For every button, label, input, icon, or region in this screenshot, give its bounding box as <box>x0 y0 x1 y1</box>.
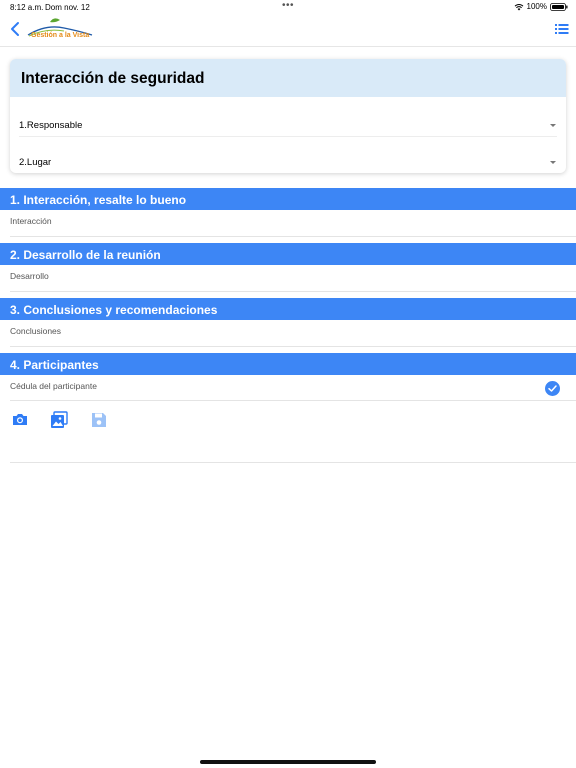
wifi-icon <box>514 3 524 11</box>
multitasking-dots[interactable]: ••• <box>282 0 294 11</box>
desarrollo-field[interactable]: Desarrollo <box>0 265 576 291</box>
interaccion-placeholder: Interacción <box>10 216 52 226</box>
check-circle-icon <box>545 381 560 396</box>
field-underline <box>10 236 576 237</box>
home-indicator[interactable] <box>200 760 376 764</box>
battery-percent: 100% <box>526 2 547 11</box>
desarrollo-placeholder: Desarrollo <box>10 271 49 281</box>
menu-button[interactable] <box>554 21 570 37</box>
section-header-desarrollo: 2. Desarrollo de la reunión <box>0 243 576 265</box>
section-title: 4. Participantes <box>10 358 99 372</box>
section-title: 3. Conclusiones y recomendaciones <box>10 303 218 317</box>
section-title: 2. Desarrollo de la reunión <box>10 248 161 262</box>
battery-icon <box>550 2 568 11</box>
section-header-interaccion: 1. Interacción, resalte lo bueno <box>0 188 576 210</box>
chevron-left-icon <box>11 22 19 36</box>
save-button[interactable] <box>90 411 108 429</box>
back-button[interactable] <box>8 20 24 40</box>
responsable-select-label: 1.Responsable <box>19 120 83 131</box>
gallery-icon <box>51 411 68 428</box>
camera-button[interactable] <box>11 411 29 429</box>
status-time: 8:12 a.m. <box>10 3 44 12</box>
field-underline <box>10 400 576 401</box>
cedula-field[interactable]: Cédula del participante <box>0 375 576 401</box>
navigation-bar: Gestión a la Vista <box>0 14 576 47</box>
chevron-down-icon <box>550 161 556 164</box>
conclusiones-placeholder: Conclusiones <box>10 326 62 336</box>
field-underline <box>10 291 576 292</box>
responsable-select[interactable]: 1.Responsable <box>10 111 566 147</box>
security-interaction-card: Interacción de seguridad 1.Responsable 2… <box>10 59 566 173</box>
section-header-conclusiones: 3. Conclusiones y recomendaciones <box>0 298 576 320</box>
logo: Gestión a la Vista <box>24 16 96 44</box>
interaccion-field[interactable]: Interacción <box>0 210 576 236</box>
chevron-down-icon <box>550 124 556 127</box>
camera-icon <box>13 414 27 425</box>
card-header: Interacción de seguridad <box>10 59 566 97</box>
list-icon <box>555 24 569 34</box>
save-icon <box>92 413 106 427</box>
logo-text: Gestión a la Vista <box>31 32 90 39</box>
divider <box>10 462 576 463</box>
section-header-participantes: 4. Participantes <box>0 353 576 375</box>
section-title: 1. Interacción, resalte lo bueno <box>10 193 187 207</box>
field-underline <box>10 346 576 347</box>
cedula-placeholder: Cédula del participante <box>10 381 97 391</box>
status-bar: 8:12 a.m. Dom nov. 12 ••• 100% <box>0 0 576 14</box>
confirm-check-button[interactable] <box>545 381 560 396</box>
logo-icon <box>27 18 93 37</box>
status-right: 100% <box>514 2 568 11</box>
status-date: Dom nov. 12 <box>45 3 90 12</box>
card-title: Interacción de seguridad <box>21 70 205 87</box>
conclusiones-field[interactable]: Conclusiones <box>0 320 576 346</box>
lugar-select[interactable]: 2.Lugar <box>10 151 566 173</box>
divider <box>19 136 557 137</box>
gallery-button[interactable] <box>50 411 68 429</box>
lugar-select-label: 2.Lugar <box>19 157 52 168</box>
